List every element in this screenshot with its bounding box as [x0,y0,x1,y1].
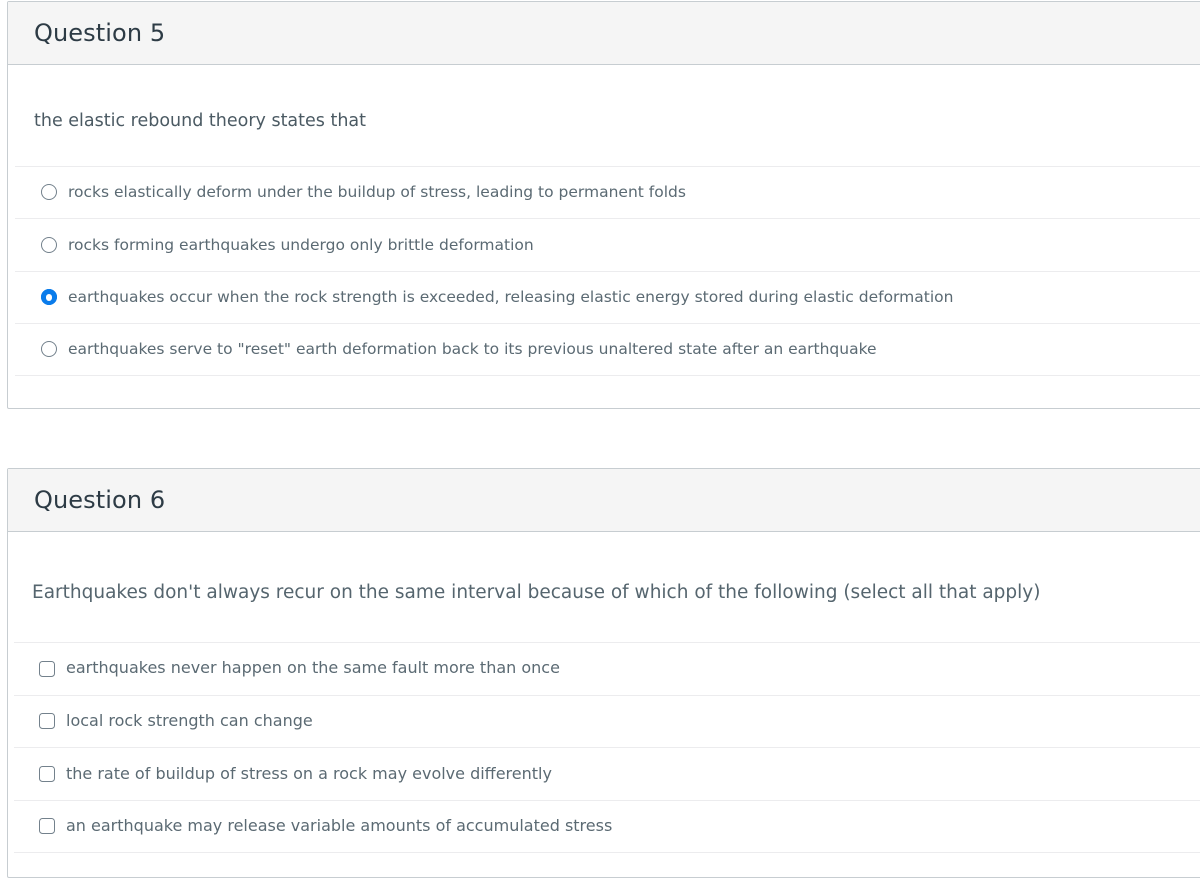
answer-option-5-4[interactable]: earthquakes serve to "reset" earth defor… [15,323,1200,376]
checkbox-icon-unchecked[interactable] [39,713,55,730]
answer-option-6-2[interactable]: local rock strength can change [14,694,1200,748]
answer-option-6-3[interactable]: the rate of buildup of stress on a rock … [14,747,1200,800]
radio-icon-unselected[interactable] [41,184,57,201]
answer-label: earthquakes serve to "reset" earth defor… [68,340,877,359]
question-prompt-5: the elastic rebound theory states that [34,111,366,131]
question-prompt-6: Earthquakes don't always recur on the sa… [32,582,1041,603]
checkbox-icon-unchecked[interactable] [39,660,55,677]
question-card-5: Question 5 the elastic rebound theory st… [7,1,1200,409]
question-body-5: the elastic rebound theory states that r… [8,65,1200,376]
answer-label: the rate of buildup of stress on a rock … [66,763,552,783]
question-title-5: Question 5 [34,19,166,47]
checkbox-icon-unchecked[interactable] [39,818,55,835]
answer-option-5-3[interactable]: earthquakes occur when the rock strength… [15,270,1200,324]
question-card-6: Question 6 Earthquakes don't always recu… [7,468,1200,878]
question-header-6: Question 6 [8,469,1200,532]
question-title-6: Question 6 [34,486,166,514]
radio-icon-selected[interactable] [41,289,57,306]
checkbox-icon-unchecked[interactable] [39,766,55,783]
answer-option-5-1[interactable]: rocks elastically deform under the build… [15,165,1200,219]
radio-icon-unselected[interactable] [41,341,57,358]
question-body-6: Earthquakes don't always recur on the sa… [8,532,1200,853]
answer-label: earthquakes never happen on the same fau… [66,658,560,678]
answer-option-6-1[interactable]: earthquakes never happen on the same fau… [14,641,1200,695]
answer-option-5-2[interactable]: rocks forming earthquakes undergo only b… [15,218,1200,271]
answer-option-6-4[interactable]: an earthquake may release variable amoun… [14,799,1200,853]
answer-label: local rock strength can change [66,711,313,731]
answer-list-6: earthquakes never happen on the same fau… [8,641,1200,853]
answer-label: rocks forming earthquakes undergo only b… [68,235,534,254]
question-header-5: Question 5 [8,2,1200,65]
quiz-page: Question 5 the elastic rebound theory st… [0,0,1200,892]
radio-icon-unselected[interactable] [41,236,57,253]
answer-label: earthquakes occur when the rock strength… [68,288,954,307]
answer-label: rocks elastically deform under the build… [68,183,686,202]
answer-label: an earthquake may release variable amoun… [66,815,613,835]
answer-list-5: rocks elastically deform under the build… [8,165,1200,376]
